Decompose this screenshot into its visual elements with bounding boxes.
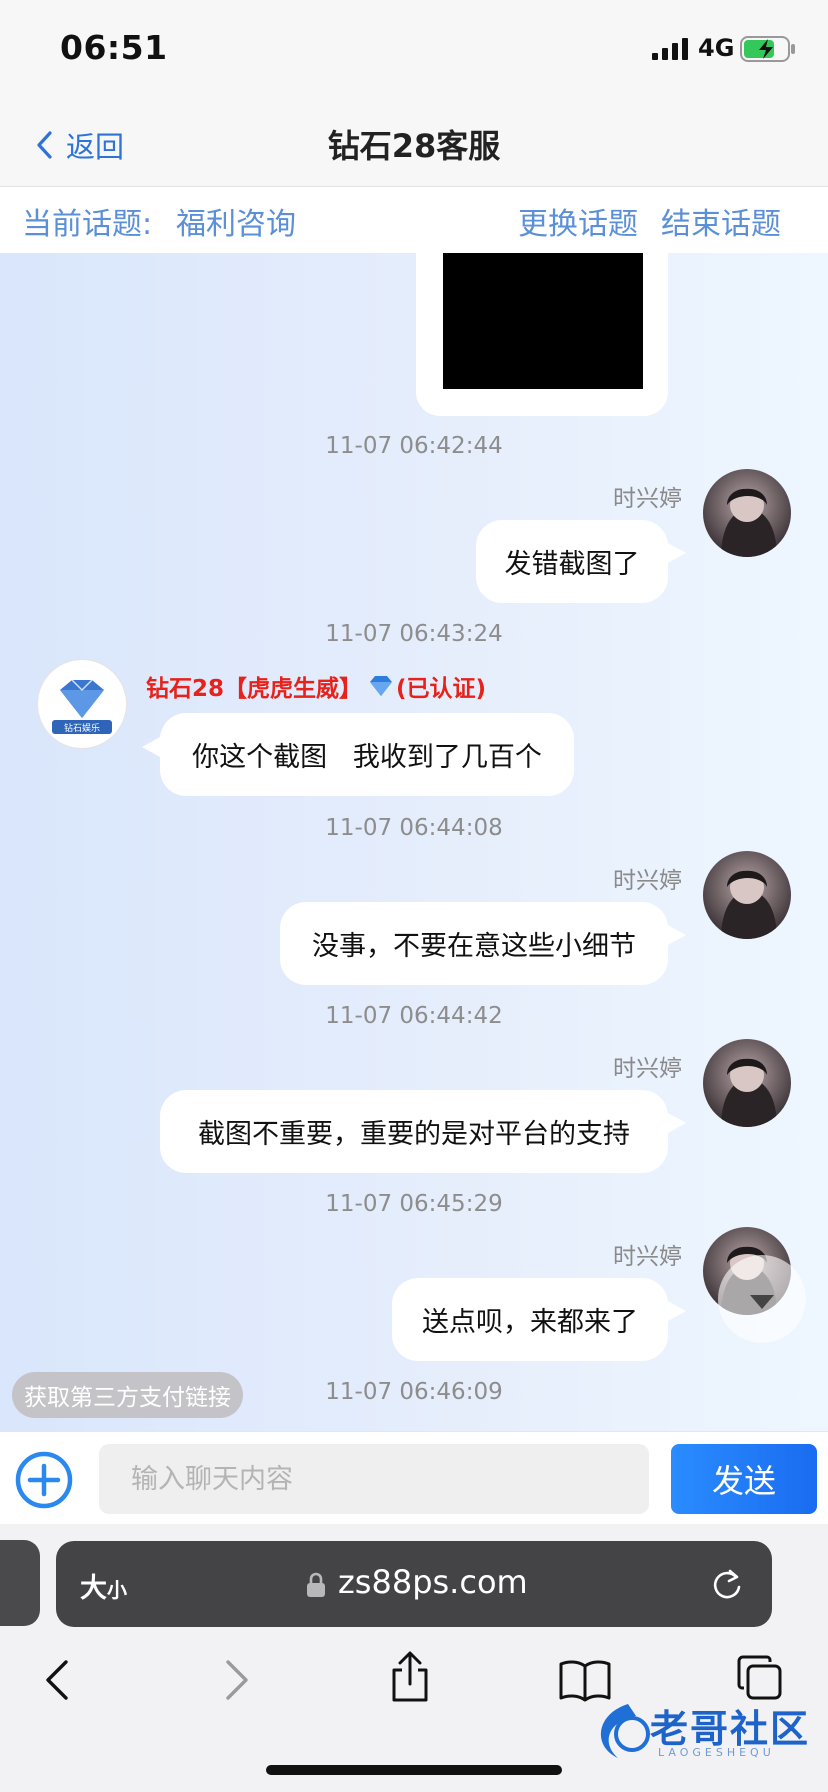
send-button[interactable]: 发送 <box>671 1444 817 1514</box>
plus-circle-icon[interactable] <box>14 1450 74 1514</box>
bubble-tail <box>668 925 686 945</box>
bubble-tail <box>142 737 160 757</box>
image-message-bubble[interactable] <box>416 253 668 416</box>
home-indicator <box>266 1765 562 1775</box>
image-thumbnail[interactable] <box>443 253 643 389</box>
diamond-icon <box>370 676 393 696</box>
bubble-tail <box>668 543 686 563</box>
back-arrow-icon[interactable] <box>42 1658 72 1706</box>
text-size-button[interactable]: 大小 <box>80 1566 127 1605</box>
end-topic-button[interactable]: 结束话题 <box>661 199 781 243</box>
watermark-subtext: LAOGESHEQU <box>658 1746 775 1759</box>
message-bubble[interactable]: 发错截图了 <box>476 520 668 603</box>
message-timestamp: 11-07 06:45:29 <box>325 1191 503 1217</box>
text-size-small: 小 <box>107 1578 127 1602</box>
avatar[interactable] <box>703 1039 791 1127</box>
forward-arrow-icon[interactable] <box>222 1658 252 1706</box>
change-topic-button[interactable]: 更换话题 <box>518 199 638 243</box>
verified-badge: (已认证) <box>396 676 487 702</box>
watermark-text: 老哥社区 <box>650 1707 811 1751</box>
text-size-big: 大 <box>80 1573 107 1604</box>
agent-name-row: 钻石28【虎虎生威】 (已认证) <box>146 669 486 703</box>
message-timestamp: 11-07 06:44:42 <box>325 1003 503 1029</box>
previous-tab-preview[interactable] <box>0 1540 40 1626</box>
url-text: zs88ps.com <box>338 1563 528 1601</box>
message-bubble[interactable]: 送点呗，来都来了 <box>392 1278 668 1361</box>
watermark-logo: 老哥社区 LAOGESHEQU <box>588 1694 818 1768</box>
sender-name: 时兴婷 <box>613 1056 682 1082</box>
chat-area[interactable]: 11-07 06:42:44 时兴婷 发错截图了 11-07 06:43:24 … <box>0 253 828 1431</box>
scroll-down-button[interactable] <box>718 1255 806 1343</box>
share-icon[interactable] <box>388 1650 432 1708</box>
message-timestamp: 11-07 06:42:44 <box>325 433 503 459</box>
bubble-tail <box>668 1113 686 1133</box>
page-title: 钻石28客服 <box>327 127 501 165</box>
message-bubble[interactable]: 截图不重要，重要的是对平台的支持 <box>160 1090 668 1173</box>
network-type: 4G <box>698 34 735 62</box>
signal-icon <box>652 38 692 64</box>
diamond-logo-icon: 钻石娱乐 <box>52 679 112 734</box>
svg-text:钻石娱乐: 钻石娱乐 <box>64 722 100 734</box>
avatar[interactable] <box>703 851 791 939</box>
message-bubble[interactable]: 你这个截图 我收到了几百个 <box>160 713 574 796</box>
status-time: 06:51 <box>60 28 168 67</box>
sender-name: 时兴婷 <box>613 486 682 512</box>
message-input[interactable] <box>99 1444 649 1514</box>
quick-action-chip[interactable]: 获取第三方支付链接 <box>12 1372 243 1418</box>
avatar[interactable]: 钻石娱乐 <box>37 659 127 749</box>
message-timestamp: 11-07 06:43:24 <box>325 621 503 647</box>
bubble-tail <box>668 1301 686 1321</box>
topic-label: 当前话题: <box>22 207 153 242</box>
topic-value: 福利咨询 <box>176 207 296 242</box>
chevron-down-icon <box>750 1295 774 1309</box>
message-timestamp: 11-07 06:44:08 <box>325 815 503 841</box>
sender-name: 时兴婷 <box>613 1244 682 1270</box>
battery-charging-icon <box>740 36 798 66</box>
sender-name: 钻石28【虎虎生威】 <box>146 676 363 702</box>
lock-icon <box>306 1572 326 1602</box>
avatar[interactable] <box>703 469 791 557</box>
reload-icon[interactable] <box>711 1568 743 1606</box>
sender-name: 时兴婷 <box>613 868 682 894</box>
message-bubble[interactable]: 没事，不要在意这些小细节 <box>280 902 668 985</box>
